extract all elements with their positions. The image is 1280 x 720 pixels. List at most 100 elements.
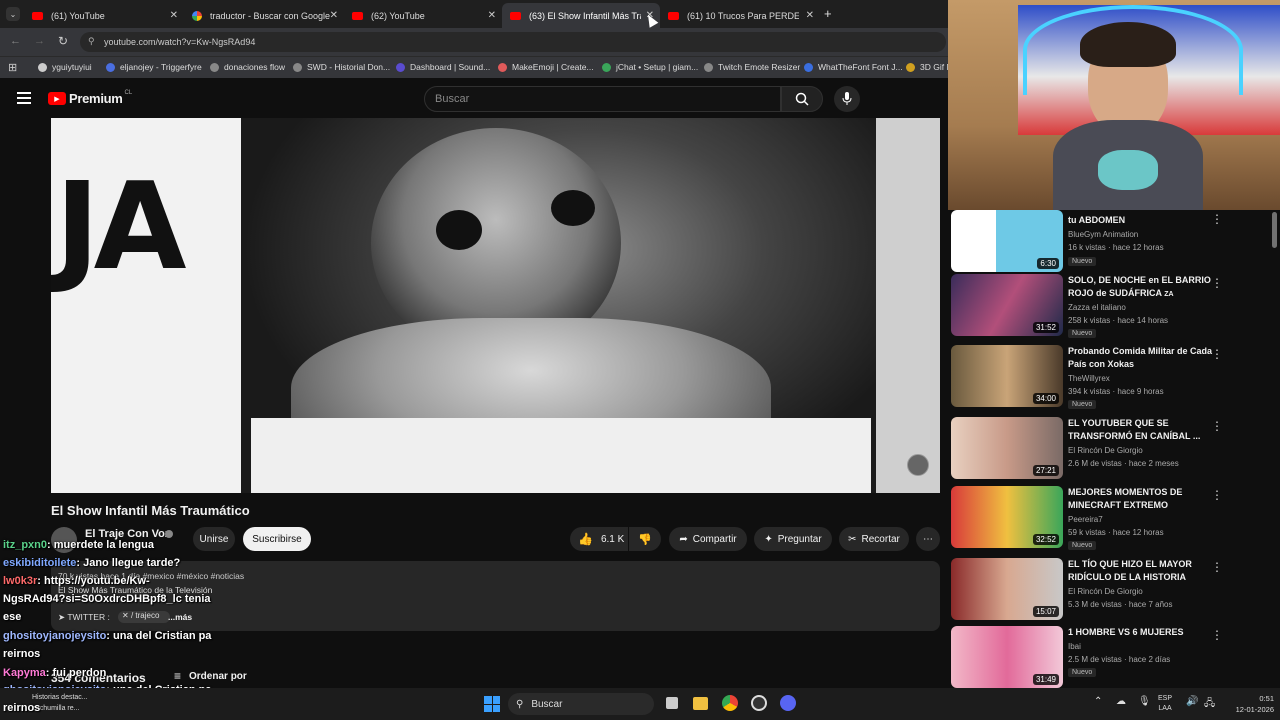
file-explorer-icon[interactable] [693, 697, 708, 710]
recommendation-item[interactable]: 31:49 1 HOMBRE VS 6 MUJERES Ibai 2.5 M d… [951, 626, 1271, 690]
forward-icon[interactable]: → [34, 35, 45, 47]
new-tab-button[interactable]: + [824, 6, 832, 21]
tab-3[interactable]: (62) YouTube ✕ [344, 3, 502, 28]
bookmark[interactable]: 3D Gif M [906, 62, 954, 72]
more-options-icon[interactable]: ⋮ [1211, 628, 1223, 642]
sort-button[interactable]: ≡ Ordenar por [174, 669, 247, 683]
sort-icon: ≡ [174, 669, 182, 683]
more-actions-button[interactable]: ⋯ [916, 527, 940, 551]
start-button[interactable] [484, 696, 500, 712]
tab-list-icon[interactable]: ⌄ [6, 7, 20, 21]
tray-app-icon[interactable]: ☁ [1116, 696, 1126, 707]
video-duration: 27:21 [1032, 465, 1059, 476]
more-options-icon[interactable]: ⋮ [1211, 276, 1223, 290]
join-button[interactable]: Unirse [193, 527, 235, 551]
new-badge: Nuevo [1068, 329, 1097, 338]
tab-5[interactable]: (61) 10 Trucos Para PERDER GR ✕ [660, 3, 820, 28]
search-input[interactable]: Buscar [424, 86, 781, 112]
more-options-icon[interactable]: ⋮ [1211, 212, 1223, 226]
close-icon[interactable]: ✕ [330, 10, 338, 21]
youtube-logo[interactable]: ▶ Premium CL [48, 89, 133, 106]
channel-name[interactable]: Peereira7 [1068, 515, 1103, 524]
channel-name[interactable]: El Rincón De Giorgio [1068, 587, 1143, 596]
webcam-overlay [948, 0, 1280, 210]
clip-button[interactable]: ✂ Recortar [839, 527, 909, 551]
share-button[interactable]: ➦ Compartir [669, 527, 747, 551]
twitter-handle-link[interactable]: ✕ / trajeco [118, 611, 170, 623]
reload-icon[interactable]: ↻ [58, 34, 68, 48]
video-thumbnail[interactable]: 27:21 [951, 417, 1063, 479]
close-icon[interactable]: ✕ [170, 10, 178, 21]
recommendation-item[interactable]: 27:21 EL YOUTUBER QUE SE TRANSFORMÓ EN C… [951, 417, 1271, 481]
discord-icon[interactable] [780, 695, 796, 711]
more-options-icon[interactable]: ⋮ [1211, 419, 1223, 433]
bookmark[interactable]: SWD - Historial Don... [293, 62, 390, 72]
recommendation-item[interactable]: 15:07 EL TÍO QUE HIZO EL MAYOR RIDÍCULO … [951, 558, 1271, 622]
channel-name[interactable]: TheWillyrex [1068, 374, 1110, 383]
voice-search-button[interactable] [834, 86, 860, 112]
tab-4-active[interactable]: (63) El Show Infantil Más Traumá✕ [502, 3, 660, 28]
apps-grid-icon[interactable]: ⊞ [8, 61, 17, 74]
youtube-icon [510, 11, 521, 20]
channel-name[interactable]: Ibai [1068, 642, 1081, 651]
address-bar[interactable]: ⚲ youtube.com/watch?v=Kw-NgsRAd94 [80, 32, 946, 52]
ask-button[interactable]: ✦ Preguntar [754, 527, 832, 551]
video-thumbnail[interactable]: 32:52 [951, 486, 1063, 548]
bookmark[interactable]: Dashboard | Sound... [396, 62, 490, 72]
more-options-icon[interactable]: ⋮ [1211, 488, 1223, 502]
channel-name[interactable]: Zazza el italiano [1068, 303, 1126, 312]
language-indicator[interactable]: ESP LAA [1158, 694, 1172, 714]
x-icon: ✕ [122, 611, 131, 620]
video-thumbnail[interactable]: 15:07 [951, 558, 1063, 620]
clock[interactable]: 0:51 12-01-2026 [1218, 693, 1278, 715]
bookmark[interactable]: eljanojey - Triggerfyre [106, 62, 202, 72]
sidebar-scrollbar[interactable] [1272, 212, 1277, 248]
video-thumbnail[interactable]: 6:30 [951, 210, 1063, 272]
region-code: CL [124, 89, 133, 96]
site-info-icon[interactable]: ⚲ [88, 36, 95, 47]
channel-watermark-icon[interactable] [907, 454, 929, 476]
tray-overflow-icon[interactable]: ⌃ [1094, 696, 1102, 707]
chrome-icon[interactable] [722, 695, 738, 711]
bookmark[interactable]: donaciones flow [210, 62, 285, 72]
microphone-icon[interactable]: 🎙 [1138, 696, 1151, 707]
tab-2[interactable]: traductor - Buscar con Google ✕ [184, 3, 344, 28]
recommendation-item[interactable]: 34:00 Probando Comida Militar de Cada Pa… [951, 345, 1271, 409]
description-more-link[interactable]: ...más [168, 612, 192, 622]
bookmark[interactable]: jChat • Setup | giam... [602, 62, 698, 72]
recommendation-item[interactable]: 31:52 SOLO, DE NOCHE en EL BARRIO ROJO d… [951, 274, 1271, 338]
obs-icon[interactable] [751, 695, 767, 711]
video-duration: 15:07 [1032, 606, 1059, 617]
back-icon[interactable]: ← [10, 35, 21, 47]
tab-1[interactable]: (61) YouTube ✕ [24, 3, 184, 28]
dislike-button[interactable]: 👎 [629, 527, 661, 551]
channel-name[interactable]: El Rincón De Giorgio [1068, 446, 1143, 455]
bookmark[interactable]: MakeEmoji | Create... [498, 62, 594, 72]
video-duration: 6:30 [1037, 258, 1059, 269]
channel-name[interactable]: BlueGym Animation [1068, 230, 1138, 239]
task-view-icon[interactable] [666, 697, 678, 709]
search-icon [795, 92, 809, 106]
search-button[interactable] [781, 86, 823, 112]
network-icon[interactable]: 🖧 [1204, 696, 1215, 713]
recommendation-item[interactable]: 6:30 tu ABDOMEN BlueGym Animation 16 k v… [951, 210, 1271, 274]
close-icon[interactable]: ✕ [488, 10, 496, 21]
subscribe-button[interactable]: Suscribirse [243, 527, 311, 551]
more-options-icon[interactable]: ⋮ [1211, 347, 1223, 361]
more-options-icon[interactable]: ⋮ [1211, 560, 1223, 574]
video-thumbnail[interactable]: 31:52 [951, 274, 1063, 336]
video-title: 1 HOMBRE VS 6 MUJERES [1068, 627, 1184, 637]
like-button[interactable]: 👍 6.1 K [570, 527, 628, 551]
video-thumbnail[interactable]: 31:49 [951, 626, 1063, 688]
bookmark[interactable]: yguiytuyiui [38, 62, 92, 72]
hamburger-menu-icon[interactable] [17, 92, 31, 104]
bookmark[interactable]: WhatTheFont Font J... [804, 62, 903, 72]
volume-icon[interactable]: 🔊 [1186, 696, 1198, 707]
logo-text: Premium [69, 91, 123, 106]
video-thumbnail[interactable]: 34:00 [951, 345, 1063, 407]
recommendation-item[interactable]: 32:52 MEJORES MOMENTOS DE MINECRAFT EXTR… [951, 486, 1271, 550]
video-player[interactable]: JA [51, 118, 940, 493]
close-icon[interactable]: ✕ [806, 10, 814, 21]
taskbar-search[interactable]: ⚲ Buscar [508, 693, 654, 715]
bookmark[interactable]: Twitch Emote Resizer [704, 62, 800, 72]
